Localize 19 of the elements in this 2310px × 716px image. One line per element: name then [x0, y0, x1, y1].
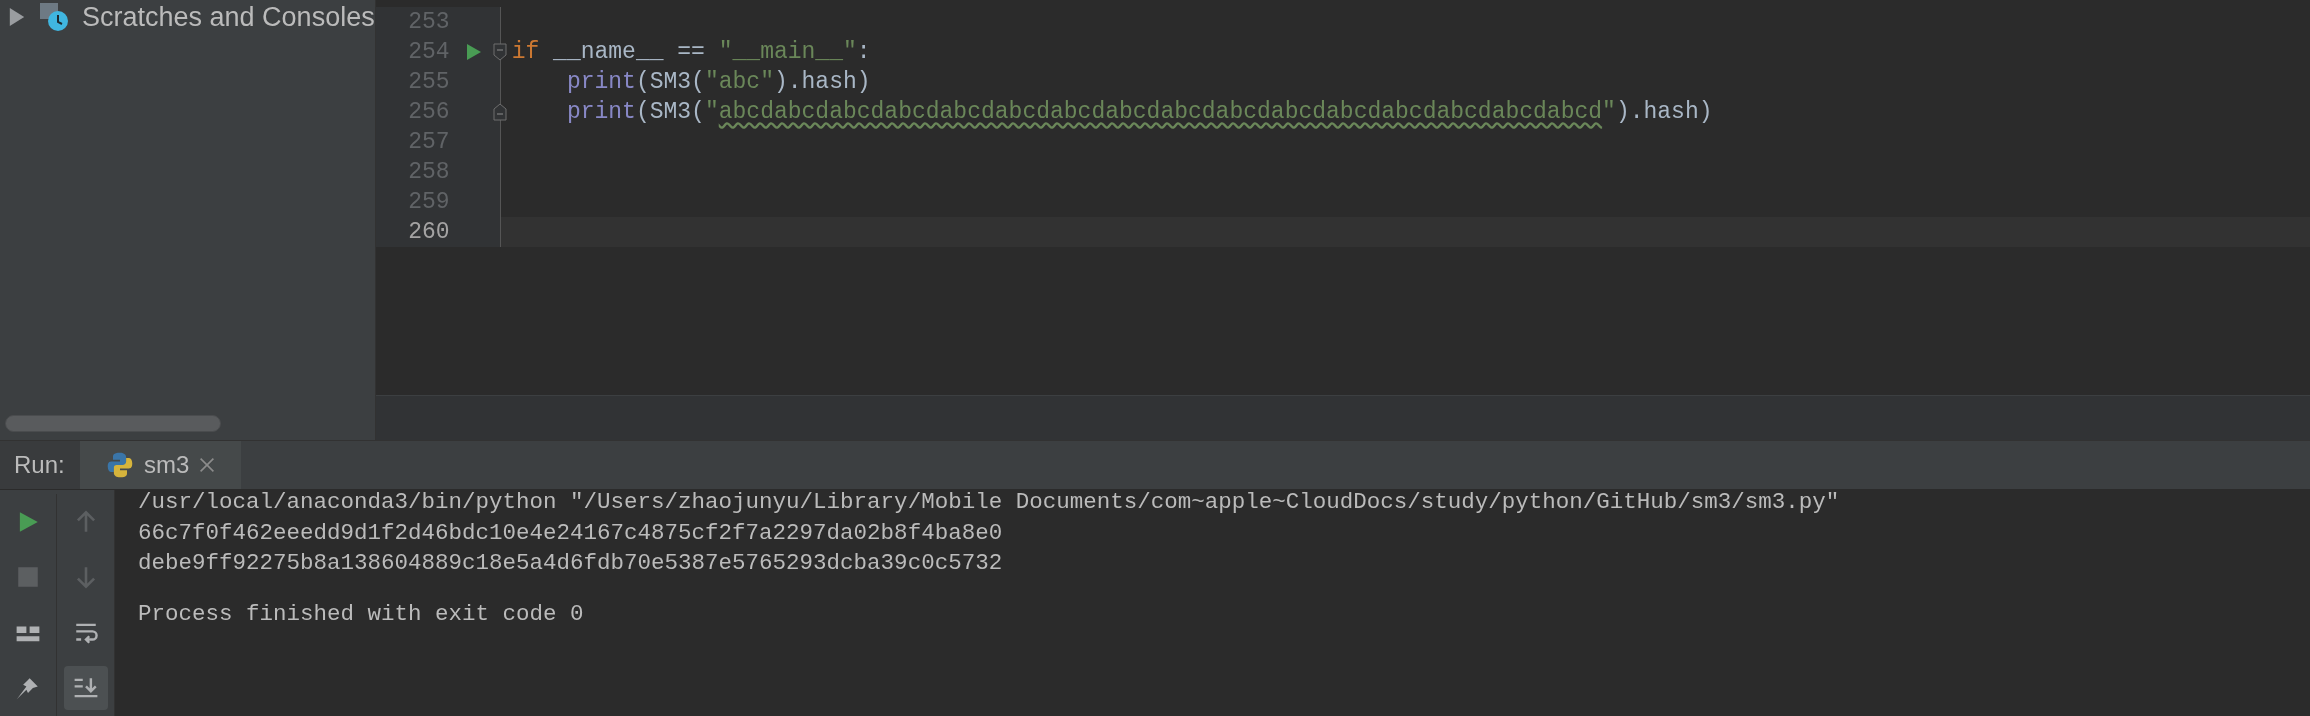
- console-clock-icon: [38, 1, 70, 33]
- console-output-line: debe9ff92275b8a138604889c18e5a4d6fdb70e5387e5765293dcba39c0c5732: [138, 553, 1003, 574]
- tree-item-label[interactable]: Scratches and Consoles: [82, 0, 375, 38]
- scroll-end-button[interactable]: [63, 666, 108, 711]
- fold-icon[interactable]: [492, 43, 507, 61]
- run-tab[interactable]: sm3: [80, 441, 242, 489]
- command-line: /usr/local/anaconda3/bin/python "/Users/zhaojunyu/Library/Mobile Documents/com~apple~CloudDocs/study/python/GitHub/sm3/sm3.py": [138, 492, 1840, 513]
- run-gutter-icon[interactable]: [466, 44, 481, 60]
- run-label: Run:: [0, 441, 80, 489]
- code-line: if __name__ == "__main__":: [511, 37, 871, 67]
- line-number: 260: [407, 217, 450, 247]
- python-logo-icon: [106, 451, 134, 479]
- process-status-line: Process finished with exit code 0: [138, 603, 584, 624]
- console-output-line: 66c7f0f462eeedd9d1f2d46bdc10e4e24167c4875cf2f7a2297da02b8f4ba8e0: [138, 522, 1003, 543]
- code-line: print(SM3("abc").hash): [565, 67, 871, 97]
- horizontal-scrollbar[interactable]: [5, 414, 221, 432]
- code-line: print(SM3("abcdabcdabcdabcdabcdabcdabcdabcdabcdabcdabcdabcdabcdabcdabcdabcd").hash): [565, 97, 1713, 127]
- collapsed-arrow-icon[interactable]: [8, 8, 26, 26]
- close-icon[interactable]: [199, 457, 216, 473]
